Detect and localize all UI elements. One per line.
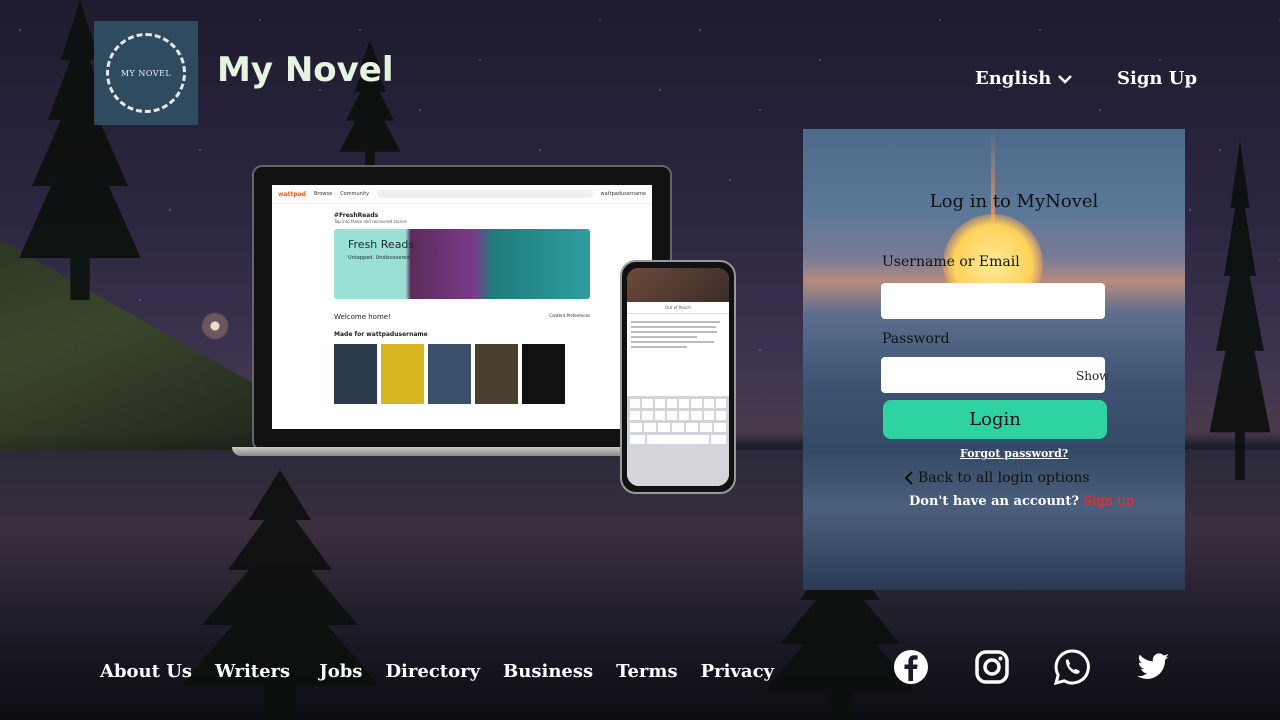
nav-browse: Browse	[313, 191, 333, 197]
password-label: Password	[882, 331, 950, 347]
footer-links: About Us Writers Jobs Directory Business…	[100, 661, 774, 682]
made-for-heading: Made for wattpadusername	[334, 331, 428, 338]
phone-mockup: Out of Reach	[620, 260, 736, 494]
forgot-password-link[interactable]: Forgot password?	[960, 447, 1068, 460]
signup-link[interactable]: Sign up	[1084, 494, 1135, 509]
laptop-mockup: wattpad Browse Community wattpadusername…	[252, 165, 672, 451]
chevron-left-icon	[904, 471, 913, 485]
footer-directory[interactable]: Directory	[385, 661, 480, 682]
instagram-icon[interactable]	[973, 648, 1011, 686]
language-label: English	[975, 68, 1052, 89]
laptop-screen: wattpad Browse Community wattpadusername…	[272, 185, 652, 429]
book-cover	[334, 344, 377, 404]
footer-about-us[interactable]: About Us	[100, 661, 192, 682]
laptop-username: wattpadusername	[600, 191, 646, 197]
welcome-row: Welcome home! Content Preferences	[334, 313, 590, 321]
phone-screen: Out of Reach	[627, 268, 729, 486]
phone-header-image	[627, 268, 729, 302]
login-button[interactable]: Login	[883, 400, 1107, 439]
banner-title: Fresh Reads	[348, 238, 415, 251]
twitter-icon[interactable]	[1134, 648, 1172, 686]
footer-jobs[interactable]: Jobs	[319, 661, 362, 682]
show-password-toggle[interactable]: Show	[1076, 369, 1109, 383]
fresh-reads-sub: Tap into these and recovered stories	[334, 219, 407, 224]
no-account-text: Don't have an account?	[909, 494, 1079, 509]
footer-business[interactable]: Business	[503, 661, 593, 682]
content-preferences: Content Preferences	[549, 313, 590, 318]
book-cover	[381, 344, 424, 404]
footer-terms[interactable]: Terms	[616, 661, 677, 682]
password-input[interactable]	[881, 357, 1105, 393]
wattpad-logo: wattpad	[278, 190, 306, 198]
back-to-login-options[interactable]: Back to all login options	[903, 470, 1090, 486]
banner-sub: Untapped. Undiscovered.	[348, 255, 412, 261]
fresh-reads-banner: Fresh Reads Untapped. Undiscovered.	[334, 229, 590, 299]
logo[interactable]: MY NOVEL	[94, 21, 198, 125]
phone-chapter-title: Out of Reach	[627, 302, 729, 314]
login-card: Log in to MyNovel Username or Email Pass…	[803, 129, 1185, 590]
username-label: Username or Email	[882, 254, 1020, 270]
laptop-search-bar	[377, 190, 593, 198]
whatsapp-icon[interactable]	[1053, 648, 1091, 686]
nav-community: Community	[340, 191, 370, 197]
book-cover	[522, 344, 565, 404]
logo-rope-ring: MY NOVEL	[106, 33, 186, 113]
phone-keyboard	[627, 396, 729, 486]
chevron-down-icon	[1058, 74, 1073, 84]
username-input[interactable]	[881, 283, 1105, 319]
welcome-text: Welcome home!	[334, 313, 391, 321]
footer-writers[interactable]: Writers	[215, 661, 290, 682]
footer-privacy[interactable]: Privacy	[701, 661, 774, 682]
language-selector[interactable]: English	[975, 68, 1073, 89]
facebook-icon[interactable]	[892, 648, 930, 686]
login-title: Log in to MyNovel	[929, 191, 1099, 212]
book-row	[334, 344, 652, 404]
brand-title: My Novel	[217, 50, 394, 90]
fresh-reads-tag: #FreshReads	[334, 212, 379, 219]
book-cover	[428, 344, 471, 404]
phone-text-lines	[627, 314, 729, 355]
no-account-row: Don't have an account? Sign up	[909, 494, 1134, 509]
laptop-navbar: wattpad Browse Community wattpadusername	[272, 185, 652, 204]
logo-text: MY NOVEL	[120, 68, 172, 78]
back-label: Back to all login options	[918, 470, 1090, 486]
signup-link-header[interactable]: Sign Up	[1117, 68, 1197, 89]
book-cover	[475, 344, 518, 404]
